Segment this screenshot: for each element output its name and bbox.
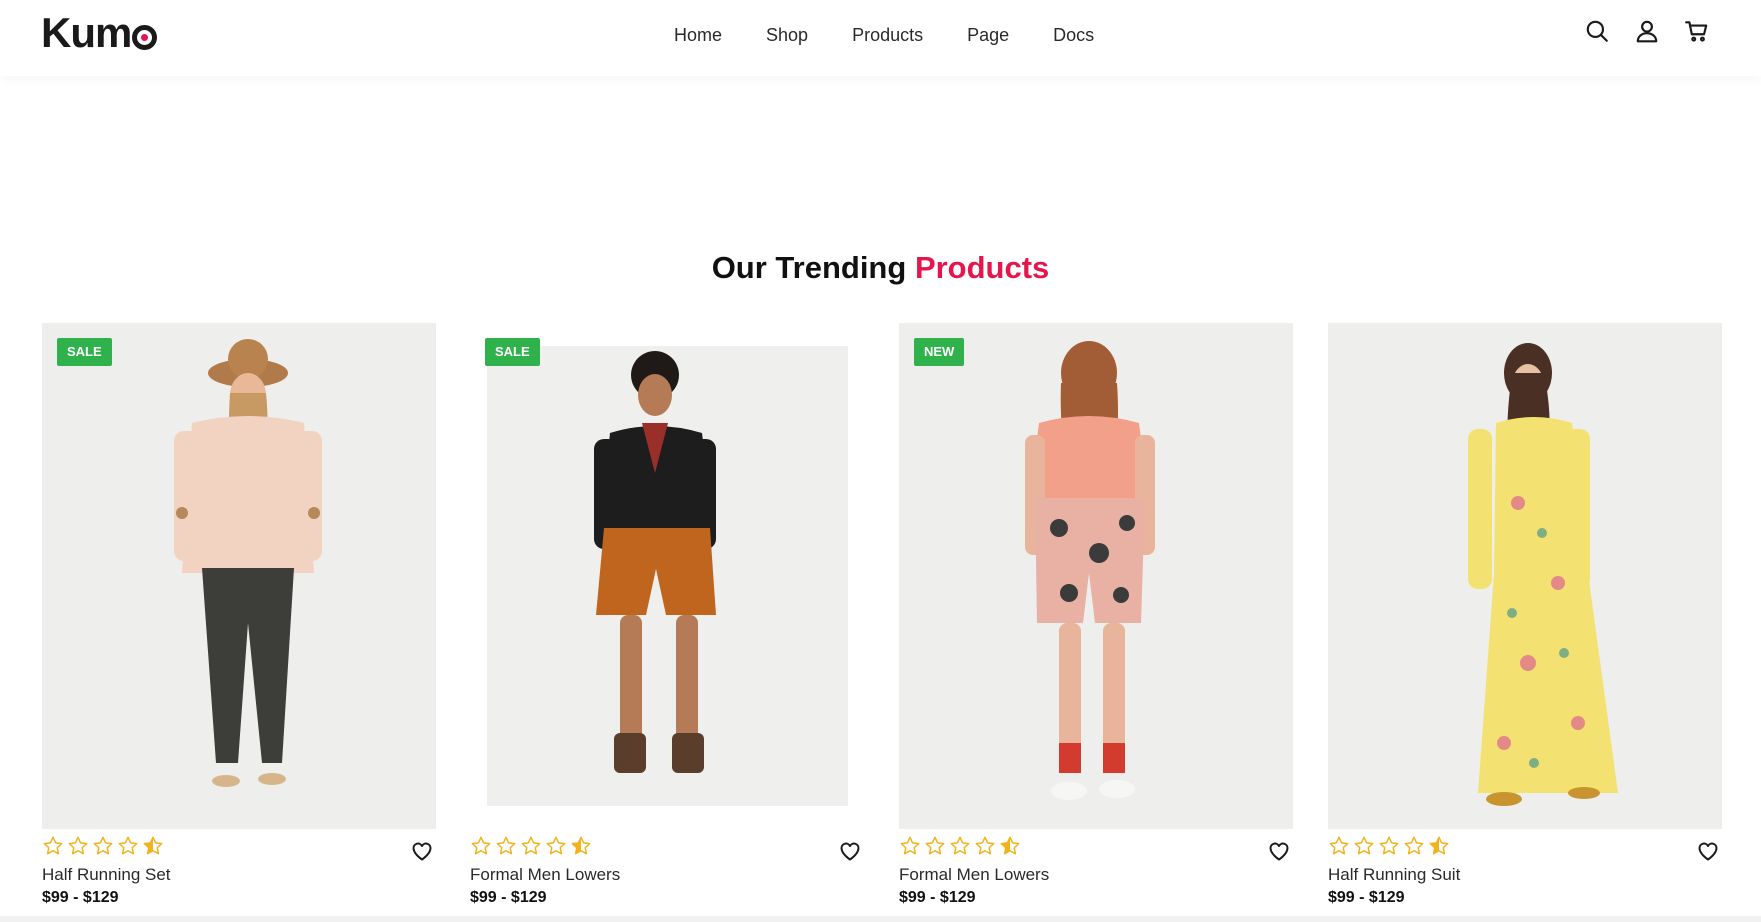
star-outline-icon <box>118 836 138 855</box>
product-badge: SALE <box>57 338 112 366</box>
star-outline-icon <box>950 836 970 855</box>
star-rating <box>1328 835 1453 857</box>
star-outline-icon <box>1354 836 1374 855</box>
product-name[interactable]: Formal Men Lowers <box>470 863 620 887</box>
nav-home[interactable]: Home <box>674 22 722 48</box>
product-name[interactable]: Half Running Set <box>42 863 171 887</box>
cart-icon[interactable] <box>1684 18 1710 44</box>
search-icon[interactable] <box>1584 18 1610 44</box>
product-photo <box>174 339 322 787</box>
star-outline-icon <box>1404 836 1424 855</box>
product-price: $99 - $129 <box>470 889 547 906</box>
product-image[interactable]: SALE <box>470 323 864 829</box>
star-outline-icon <box>68 836 88 855</box>
product-image[interactable] <box>1328 323 1722 829</box>
star-outline-icon <box>925 836 945 855</box>
star-half-icon <box>1000 836 1020 855</box>
product-image[interactable]: NEW <box>899 323 1293 829</box>
star-outline-icon <box>975 836 995 855</box>
star-half-icon <box>1429 836 1449 855</box>
product-price: $99 - $129 <box>42 889 119 906</box>
star-outline-icon <box>471 836 491 855</box>
star-half-icon <box>571 836 591 855</box>
star-outline-icon <box>496 836 516 855</box>
star-rating <box>42 835 167 857</box>
nav-products[interactable]: Products <box>852 22 923 48</box>
site-header: Kum Home Shop Products Page Docs <box>0 0 1761 76</box>
wishlist-heart-icon[interactable] <box>838 839 862 863</box>
star-outline-icon <box>1379 836 1399 855</box>
wishlist-heart-icon[interactable] <box>1696 839 1720 863</box>
section-title-accent: Products <box>914 250 1050 285</box>
page-divider <box>0 916 1761 922</box>
star-outline-icon <box>900 836 920 855</box>
product-name[interactable]: Half Running Suit <box>1328 863 1460 887</box>
section-title-main: Our Trending <box>711 250 907 285</box>
wishlist-heart-icon[interactable] <box>1267 839 1291 863</box>
site-logo[interactable]: Kum <box>41 8 158 58</box>
product-photo <box>487 346 848 806</box>
product-image[interactable]: SALE <box>42 323 436 829</box>
product-price: $99 - $129 <box>899 889 976 906</box>
product-photo <box>1468 343 1618 806</box>
star-rating <box>899 835 1024 857</box>
main-nav: Home Shop Products Page Docs <box>674 22 1138 48</box>
nav-page[interactable]: Page <box>967 22 1009 48</box>
product-badge: NEW <box>914 338 965 366</box>
star-outline-icon <box>546 836 566 855</box>
logo-dot-icon <box>132 25 158 50</box>
product-price: $99 - $129 <box>1328 889 1405 906</box>
product-photo <box>1025 341 1155 800</box>
star-rating <box>470 835 595 857</box>
user-icon[interactable] <box>1634 18 1660 44</box>
star-half-icon <box>143 836 163 855</box>
logo-text: Kum <box>41 9 132 56</box>
star-outline-icon <box>521 836 541 855</box>
product-badge: SALE <box>485 338 540 366</box>
product-name[interactable]: Formal Men Lowers <box>899 863 1049 887</box>
section-title: Our Trending Products <box>0 248 1761 288</box>
star-outline-icon <box>43 836 63 855</box>
star-outline-icon <box>93 836 113 855</box>
nav-shop[interactable]: Shop <box>766 22 808 48</box>
nav-docs[interactable]: Docs <box>1053 22 1094 48</box>
wishlist-heart-icon[interactable] <box>410 839 434 863</box>
star-outline-icon <box>1329 836 1349 855</box>
